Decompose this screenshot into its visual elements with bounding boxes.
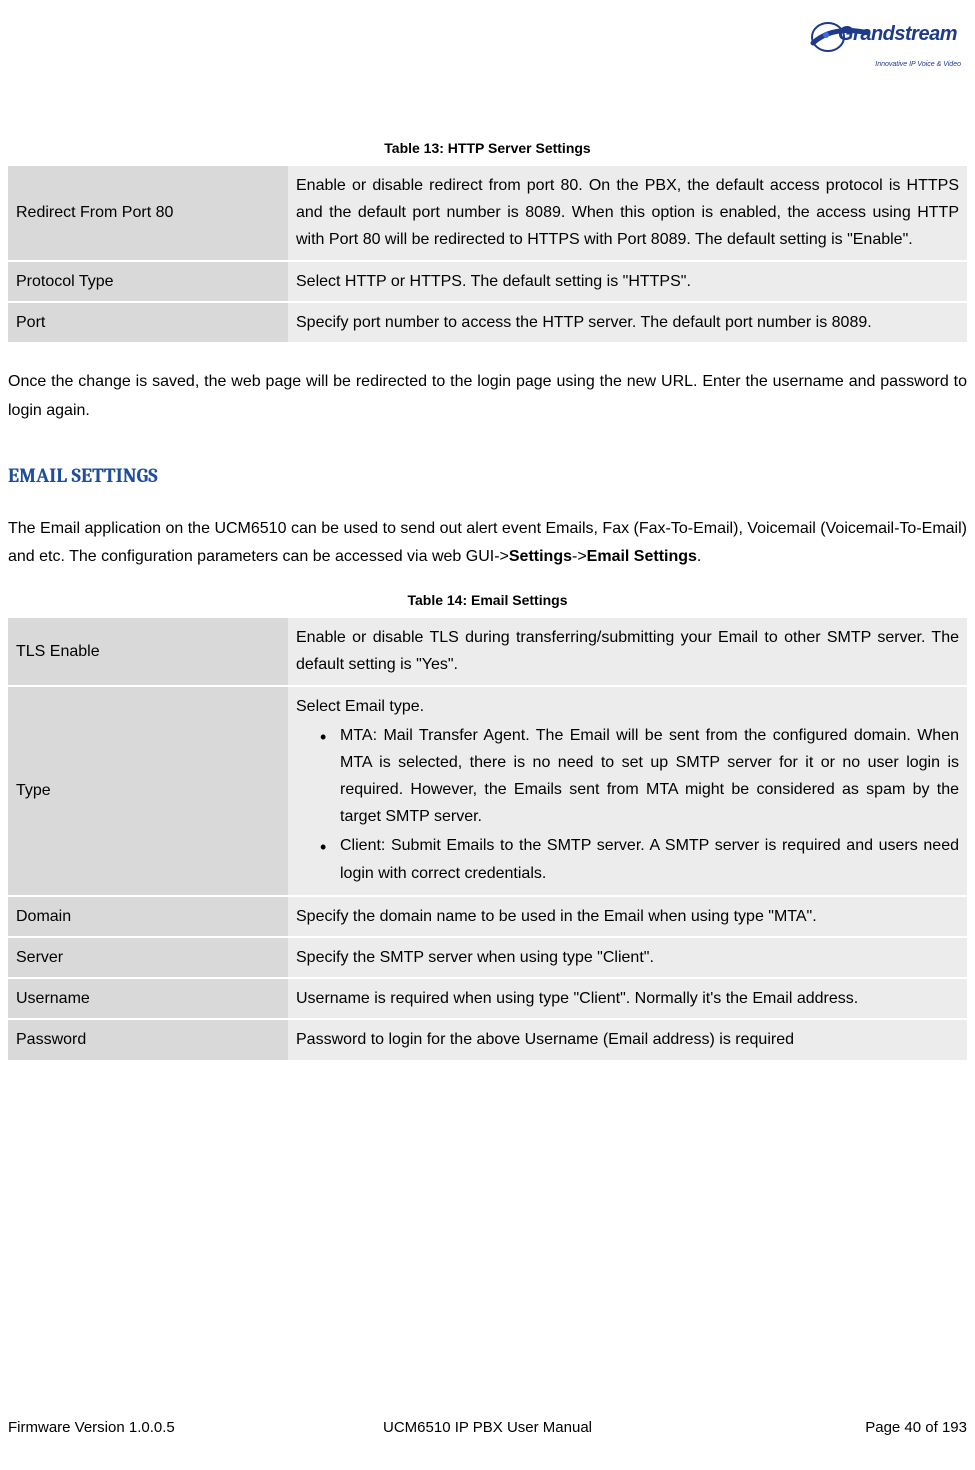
setting-label: Protocol Type [8, 261, 288, 302]
setting-label: Type [8, 686, 288, 896]
setting-description: Enable or disable redirect from port 80.… [288, 165, 967, 261]
nav-email-settings: Email Settings [587, 548, 697, 565]
http-server-settings-table: Redirect From Port 80 Enable or disable … [8, 164, 967, 344]
intro-arrow: -> [572, 548, 587, 565]
setting-description: Password to login for the above Username… [288, 1019, 967, 1060]
setting-label: Server [8, 937, 288, 978]
brand-logo: Grandstream Innovative IP Voice & Video [808, 15, 963, 70]
footer-manual-title: UCM6510 IP PBX User Manual [383, 1419, 592, 1436]
setting-description: Specify the domain name to be used in th… [288, 896, 967, 937]
nav-settings: Settings [509, 548, 572, 565]
intro-text: The Email application on the UCM6510 can… [8, 520, 967, 566]
list-item: MTA: Mail Transfer Agent. The Email will… [320, 722, 959, 831]
footer-page-number: Page 40 of 193 [865, 1419, 967, 1436]
footer-firmware-version: Firmware Version 1.0.0.5 [8, 1419, 175, 1436]
setting-description: Enable or disable TLS during transferrin… [288, 617, 967, 685]
table-row: Port Specify port number to access the H… [8, 302, 967, 343]
logo-brand-text: Grandstream [838, 23, 957, 46]
email-settings-table: TLS Enable Enable or disable TLS during … [8, 616, 967, 1061]
setting-label: Redirect From Port 80 [8, 165, 288, 261]
setting-description: Select Email type. MTA: Mail Transfer Ag… [288, 686, 967, 896]
setting-label: Username [8, 978, 288, 1019]
page-footer: Firmware Version 1.0.0.5 UCM6510 IP PBX … [8, 1419, 967, 1436]
table-row: Username Username is required when using… [8, 978, 967, 1019]
setting-description: Username is required when using type "Cl… [288, 978, 967, 1019]
table-row: Domain Specify the domain name to be use… [8, 896, 967, 937]
setting-label: TLS Enable [8, 617, 288, 685]
setting-label: Password [8, 1019, 288, 1060]
setting-description: Specify port number to access the HTTP s… [288, 302, 967, 343]
setting-label: Port [8, 302, 288, 343]
table-row: Redirect From Port 80 Enable or disable … [8, 165, 967, 261]
redirect-note-paragraph: Once the change is saved, the web page w… [8, 368, 967, 426]
table-row: Server Specify the SMTP server when usin… [8, 937, 967, 978]
intro-period: . [697, 548, 701, 565]
setting-description: Select HTTP or HTTPS. The default settin… [288, 261, 967, 302]
setting-description: Specify the SMTP server when using type … [288, 937, 967, 978]
type-intro: Select Email type. [296, 698, 424, 715]
logo-tagline: Innovative IP Voice & Video [875, 61, 961, 68]
email-settings-heading: EMAIL SETTINGS [8, 464, 967, 487]
table-row: Type Select Email type. MTA: Mail Transf… [8, 686, 967, 896]
list-item: Client: Submit Emails to the SMTP server… [320, 832, 959, 886]
setting-label: Domain [8, 896, 288, 937]
table-14-caption: Table 14: Email Settings [8, 592, 967, 608]
table-row: TLS Enable Enable or disable TLS during … [8, 617, 967, 685]
table-row: Password Password to login for the above… [8, 1019, 967, 1060]
type-options-list: MTA: Mail Transfer Agent. The Email will… [296, 722, 959, 887]
table-13-caption: Table 13: HTTP Server Settings [8, 140, 967, 156]
table-row: Protocol Type Select HTTP or HTTPS. The … [8, 261, 967, 302]
email-intro-paragraph: The Email application on the UCM6510 can… [8, 515, 967, 573]
